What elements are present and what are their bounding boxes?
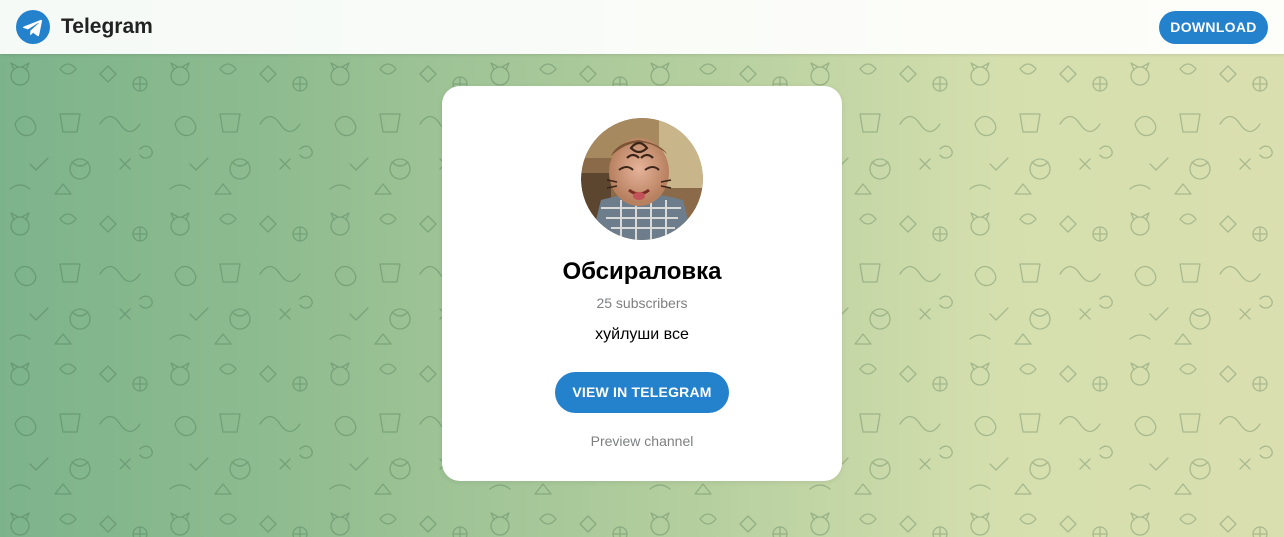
view-in-telegram-button[interactable]: VIEW IN TELEGRAM	[555, 372, 729, 413]
top-header: Telegram DOWNLOAD	[0, 0, 1284, 54]
channel-title: Обсираловка	[562, 258, 722, 285]
telegram-logo-icon[interactable]	[16, 10, 50, 44]
channel-avatar	[581, 118, 703, 240]
channel-card: Обсираловка 25 subscribers хуйлуши все V…	[442, 86, 842, 481]
logo-text[interactable]: Telegram	[61, 14, 153, 40]
download-button[interactable]: DOWNLOAD	[1159, 11, 1268, 44]
channel-description: хуйлуши все	[595, 326, 689, 343]
preview-channel-link[interactable]: Preview channel	[442, 432, 842, 450]
subscriber-count: 25 subscribers	[596, 295, 688, 311]
